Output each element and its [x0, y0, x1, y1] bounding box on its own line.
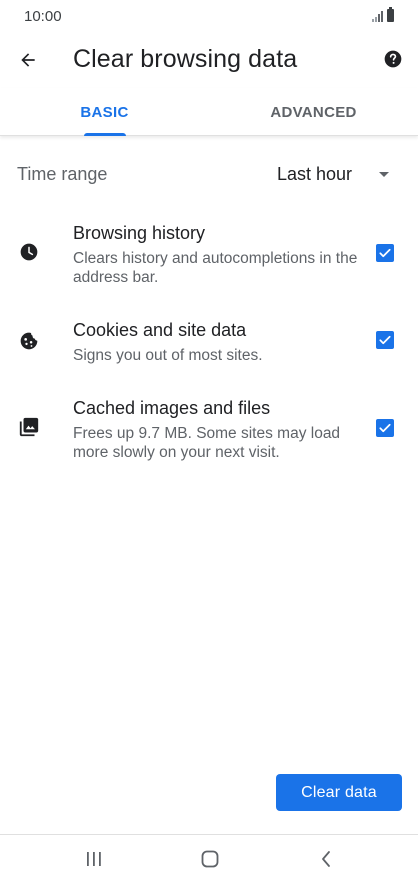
- option-description: Clears history and autocompletions in th…: [73, 250, 358, 286]
- option-title: Browsing history: [73, 223, 206, 243]
- option-cached-images[interactable]: Cached images and files Frees up 9.7 MB.…: [0, 398, 418, 462]
- tab-advanced-label: ADVANCED: [270, 103, 357, 121]
- checkbox-cookies[interactable]: [376, 331, 394, 349]
- tab-advanced[interactable]: ADVANCED: [209, 88, 418, 136]
- arrow-back-icon: [21, 53, 35, 67]
- tab-basic[interactable]: BASIC: [0, 88, 209, 136]
- system-nav-bar: [0, 835, 418, 882]
- home-icon: [201, 850, 219, 868]
- tab-indicator: [84, 133, 126, 136]
- tab-bar: BASIC ADVANCED: [0, 88, 418, 136]
- app-bar: Clear browsing data: [0, 32, 418, 88]
- clear-data-button[interactable]: Clear data: [276, 774, 402, 811]
- home-button[interactable]: [190, 845, 230, 873]
- signal-icon: [372, 10, 383, 22]
- dropdown-arrow-icon: [379, 172, 389, 177]
- option-description: Frees up 9.7 MB. Some sites may load mor…: [73, 425, 341, 461]
- page-title: Clear browsing data: [73, 45, 298, 73]
- time-range-row: Time range Last hour: [0, 150, 418, 198]
- nav-back-button[interactable]: [306, 845, 346, 873]
- option-title: Cookies and site data: [73, 320, 247, 340]
- status-icons: [372, 7, 394, 22]
- time-range-label: Time range: [17, 164, 108, 184]
- checkbox-cached-images[interactable]: [376, 419, 394, 437]
- help-circle-icon: [384, 50, 402, 68]
- option-browsing-history[interactable]: Browsing history Clears history and auto…: [0, 223, 418, 287]
- option-cookies[interactable]: Cookies and site data Signs you out of m…: [0, 320, 418, 366]
- tab-basic-label: BASIC: [80, 103, 129, 121]
- back-button[interactable]: [14, 46, 42, 74]
- checkbox-browsing-history[interactable]: [376, 244, 394, 262]
- time-range-value: Last hour: [277, 164, 353, 184]
- option-description: Signs you out of most sites.: [73, 347, 263, 364]
- image-icon: [18, 416, 40, 438]
- clock-icon: [18, 241, 40, 263]
- recents-button[interactable]: [74, 845, 114, 873]
- option-title: Cached images and files: [73, 398, 271, 418]
- cookie-icon: [18, 330, 40, 352]
- status-time: 10:00: [24, 8, 62, 25]
- nav-back-icon: [322, 851, 330, 867]
- check-icon: [379, 335, 391, 345]
- recents-icon: [87, 852, 101, 866]
- help-button[interactable]: [382, 48, 404, 70]
- battery-icon: [387, 7, 394, 22]
- status-bar: 10:00: [0, 0, 418, 32]
- check-icon: [379, 248, 391, 258]
- time-range-dropdown[interactable]: Last hour: [277, 158, 403, 190]
- check-icon: [379, 423, 391, 433]
